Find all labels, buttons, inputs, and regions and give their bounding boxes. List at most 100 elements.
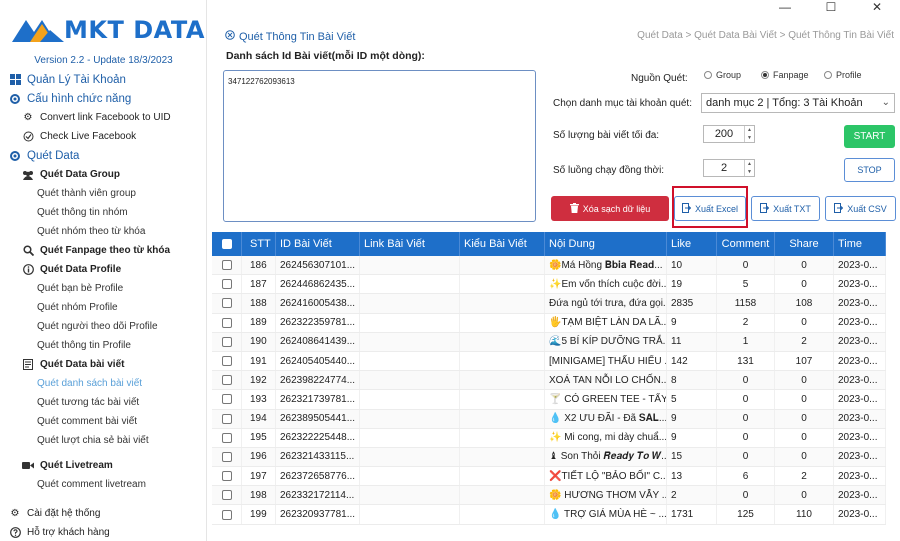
cell-post-id: 262322359781... bbox=[276, 313, 360, 332]
cell-content: XOÁ TAN NỖI LO CHỐN... bbox=[545, 371, 667, 390]
cell-post-id: 262322225448... bbox=[276, 428, 360, 447]
sidebar-item-check-live[interactable]: Check Live Facebook bbox=[0, 127, 207, 146]
col-header-content[interactable]: Nội Dung bbox=[545, 232, 667, 256]
export-txt-button[interactable]: Xuất TXT bbox=[751, 196, 820, 221]
table-row[interactable]: 193 262321739781... 🍸 CÓ GREEN TEE - TẨY .… bbox=[212, 390, 886, 410]
col-header-time[interactable]: Time bbox=[834, 232, 886, 256]
cell-stt: 194 bbox=[242, 409, 276, 428]
cell-stt: 187 bbox=[242, 275, 276, 294]
col-header-like[interactable]: Like bbox=[667, 232, 717, 256]
video-icon bbox=[22, 460, 34, 472]
sidebar-item-post-list[interactable]: Quét danh sách bài viết bbox=[0, 374, 207, 393]
row-checkbox[interactable] bbox=[221, 432, 232, 443]
sidebar-item-profile-friends[interactable]: Quét bạn bè Profile bbox=[0, 279, 207, 298]
sidebar-item-scan-data[interactable]: Quét Data bbox=[0, 146, 207, 165]
sidebar-item-group-members[interactable]: Quét thành viên group bbox=[0, 184, 207, 203]
row-checkbox[interactable] bbox=[221, 413, 232, 424]
col-header-link[interactable]: Link Bài Viết bbox=[360, 232, 460, 256]
sidebar-item-post-shares[interactable]: Quét lượt chia sẻ bài viết bbox=[0, 431, 207, 450]
radio-group-dot[interactable] bbox=[704, 71, 712, 79]
col-header-kind[interactable]: Kiểu Bài Viết bbox=[460, 232, 545, 256]
row-checkbox[interactable] bbox=[221, 375, 232, 386]
row-checkbox[interactable] bbox=[221, 490, 232, 501]
stepper-arrows-icon[interactable]: ▲ ▼ bbox=[744, 126, 754, 142]
table-row[interactable]: 198 262332172114... 🌼 HƯƠNG THƠM VẪY ... 2 0… bbox=[212, 486, 886, 506]
cell-share: 0 bbox=[775, 275, 834, 294]
row-checkbox-cell bbox=[212, 409, 242, 428]
sidebar-item-label: Quét comment livetream bbox=[37, 479, 146, 490]
table-row[interactable]: 195 262322225448... ✨ Mi cong, mi dày chuẩ… bbox=[212, 428, 886, 448]
id-list-textarea[interactable]: 347122762093613 bbox=[223, 70, 536, 222]
sidebar-item-label: Quét danh sách bài viết bbox=[37, 378, 143, 389]
table-row[interactable]: 187 262446862435... ✨Em vốn thích cuộc đời… bbox=[212, 275, 886, 295]
row-checkbox[interactable] bbox=[221, 317, 232, 328]
cell-like: 13 bbox=[667, 467, 717, 486]
row-checkbox-cell bbox=[212, 447, 242, 467]
row-checkbox[interactable] bbox=[221, 279, 232, 290]
col-header-share[interactable]: Share bbox=[775, 232, 834, 256]
row-checkbox[interactable] bbox=[221, 471, 232, 482]
sidebar-item-profile-info[interactable]: Quét thông tin Profile bbox=[0, 336, 207, 355]
sidebar-item-profile-followers[interactable]: Quét người theo dõi Profile bbox=[0, 317, 207, 336]
sidebar-item-fanpage-keyword[interactable]: Quét Fanpage theo từ khóa bbox=[0, 241, 207, 260]
select-all-checkbox[interactable] bbox=[221, 239, 232, 249]
sidebar-item-post-interactions[interactable]: Quét tương tác bài viết bbox=[0, 393, 207, 412]
radio-profile-dot[interactable] bbox=[824, 71, 832, 79]
table-row[interactable]: 199 262320937781... 💧 TRỢ GIÁ MÙA HÈ ~ ...… bbox=[212, 505, 886, 525]
sidebar-item-livestream[interactable]: Quét Livetream bbox=[0, 456, 207, 475]
source-radio-profile[interactable]: Profile bbox=[824, 70, 862, 80]
sidebar-item-scan-posts[interactable]: Quét Data bài viết bbox=[0, 355, 207, 374]
table-row[interactable]: 186 262456307101... 🌼Má Hồng 𝐁𝐛𝐢𝐚 𝐑𝐞𝐚𝐝... 1… bbox=[212, 256, 886, 276]
cell-post-id: 262321739781... bbox=[276, 390, 360, 409]
table-row[interactable]: 188 262416005438... Đứa ngủ tới trưa, đứa … bbox=[212, 294, 886, 314]
source-radio-group[interactable]: Group bbox=[704, 70, 741, 80]
cell-comment: 6 bbox=[717, 467, 775, 486]
row-checkbox[interactable] bbox=[221, 260, 232, 271]
account-label: Chọn danh mục tài khoản quét: bbox=[553, 98, 692, 109]
sidebar-item-support[interactable]: Hỗ trợ khách hàng bbox=[0, 523, 207, 541]
sidebar-item-livestream-comments[interactable]: Quét comment livetream bbox=[0, 475, 207, 494]
table-row[interactable]: 190 262408641439... 🌊5 BÍ KÍP DƯỠNG TRẮ...… bbox=[212, 332, 886, 352]
sidebar-item-convert-link[interactable]: ⚙ Convert link Facebook to UID bbox=[0, 108, 207, 127]
col-header-comment[interactable]: Comment bbox=[717, 232, 775, 256]
sidebar-item-label: Hỗ trợ khách hàng bbox=[27, 527, 110, 538]
stop-button[interactable]: STOP bbox=[844, 158, 895, 182]
table-row[interactable]: 196 262321433115... ♝ Son Thỏi 𝑹𝒆𝒂𝒅𝒚 𝑻𝒐 𝑾.… bbox=[212, 447, 886, 468]
col-header-stt[interactable]: STT bbox=[242, 232, 276, 256]
row-checkbox[interactable] bbox=[221, 394, 232, 405]
sidebar-item-post-comments[interactable]: Quét comment bài viết bbox=[0, 412, 207, 431]
export-csv-button[interactable]: Xuất CSV bbox=[825, 196, 896, 221]
row-checkbox[interactable] bbox=[221, 298, 232, 309]
stepper-arrows-icon[interactable]: ▲ ▼ bbox=[744, 160, 754, 176]
sidebar-item-config[interactable]: Cấu hình chức năng bbox=[0, 89, 207, 108]
threads-stepper[interactable]: 2 ▲ ▼ bbox=[703, 159, 755, 177]
cell-post-kind bbox=[460, 371, 545, 390]
radio-fanpage-dot[interactable] bbox=[761, 71, 769, 79]
account-select[interactable]: danh mục 2 | Tổng: 3 Tài Khoản ⌄ bbox=[701, 93, 895, 113]
sidebar-item-scan-profile[interactable]: Quét Data Profile bbox=[0, 260, 207, 279]
sidebar-item-label: Quét Data bài viết bbox=[40, 359, 125, 370]
clear-data-button[interactable]: Xóa sạch dữ liệu bbox=[551, 196, 669, 221]
max-posts-value: 200 bbox=[714, 128, 734, 140]
row-checkbox[interactable] bbox=[221, 451, 232, 462]
sidebar-item-settings[interactable]: ⚙ Cài đặt hệ thống bbox=[0, 504, 207, 523]
sidebar-item-account-manager[interactable]: Quản Lý Tài Khoản bbox=[0, 70, 207, 89]
document-icon bbox=[22, 359, 34, 371]
sidebar-item-scan-group[interactable]: Quét Data Group bbox=[0, 165, 207, 184]
table-row[interactable]: 189 262322359781... 🖐TẠM BIỆT LÀN DA LÃ...… bbox=[212, 313, 886, 333]
row-checkbox[interactable] bbox=[221, 509, 232, 520]
source-radio-fanpage[interactable]: Fanpage bbox=[761, 70, 809, 80]
sidebar-item-group-info[interactable]: Quét thông tin nhóm bbox=[0, 203, 207, 222]
col-header-id[interactable]: ID Bài Viết bbox=[276, 232, 360, 256]
row-checkbox[interactable] bbox=[221, 336, 232, 347]
start-button[interactable]: START bbox=[844, 125, 895, 148]
max-posts-stepper[interactable]: 200 ▲ ▼ bbox=[703, 125, 755, 143]
table-row[interactable]: 191 262405405440... [MINIGAME] THẤU HIỂU .… bbox=[212, 351, 886, 372]
sidebar-item-group-keyword[interactable]: Quét nhóm theo từ khóa bbox=[0, 222, 207, 241]
table-row[interactable]: 197 262372658776... ❌TIẾT LỘ "BẢO BỐI" C..… bbox=[212, 467, 886, 487]
table-row[interactable]: 194 262389505441... 💧 X2 ƯU ĐÃI - Đã 𝐒𝐀𝐋..… bbox=[212, 409, 886, 429]
row-checkbox[interactable] bbox=[221, 356, 232, 367]
table-row[interactable]: 192 262398224774... XOÁ TAN NỖI LO CHỐN...… bbox=[212, 371, 886, 391]
logo-mark-icon bbox=[12, 20, 64, 42]
sidebar-item-profile-groups[interactable]: Quét nhóm Profile bbox=[0, 298, 207, 317]
